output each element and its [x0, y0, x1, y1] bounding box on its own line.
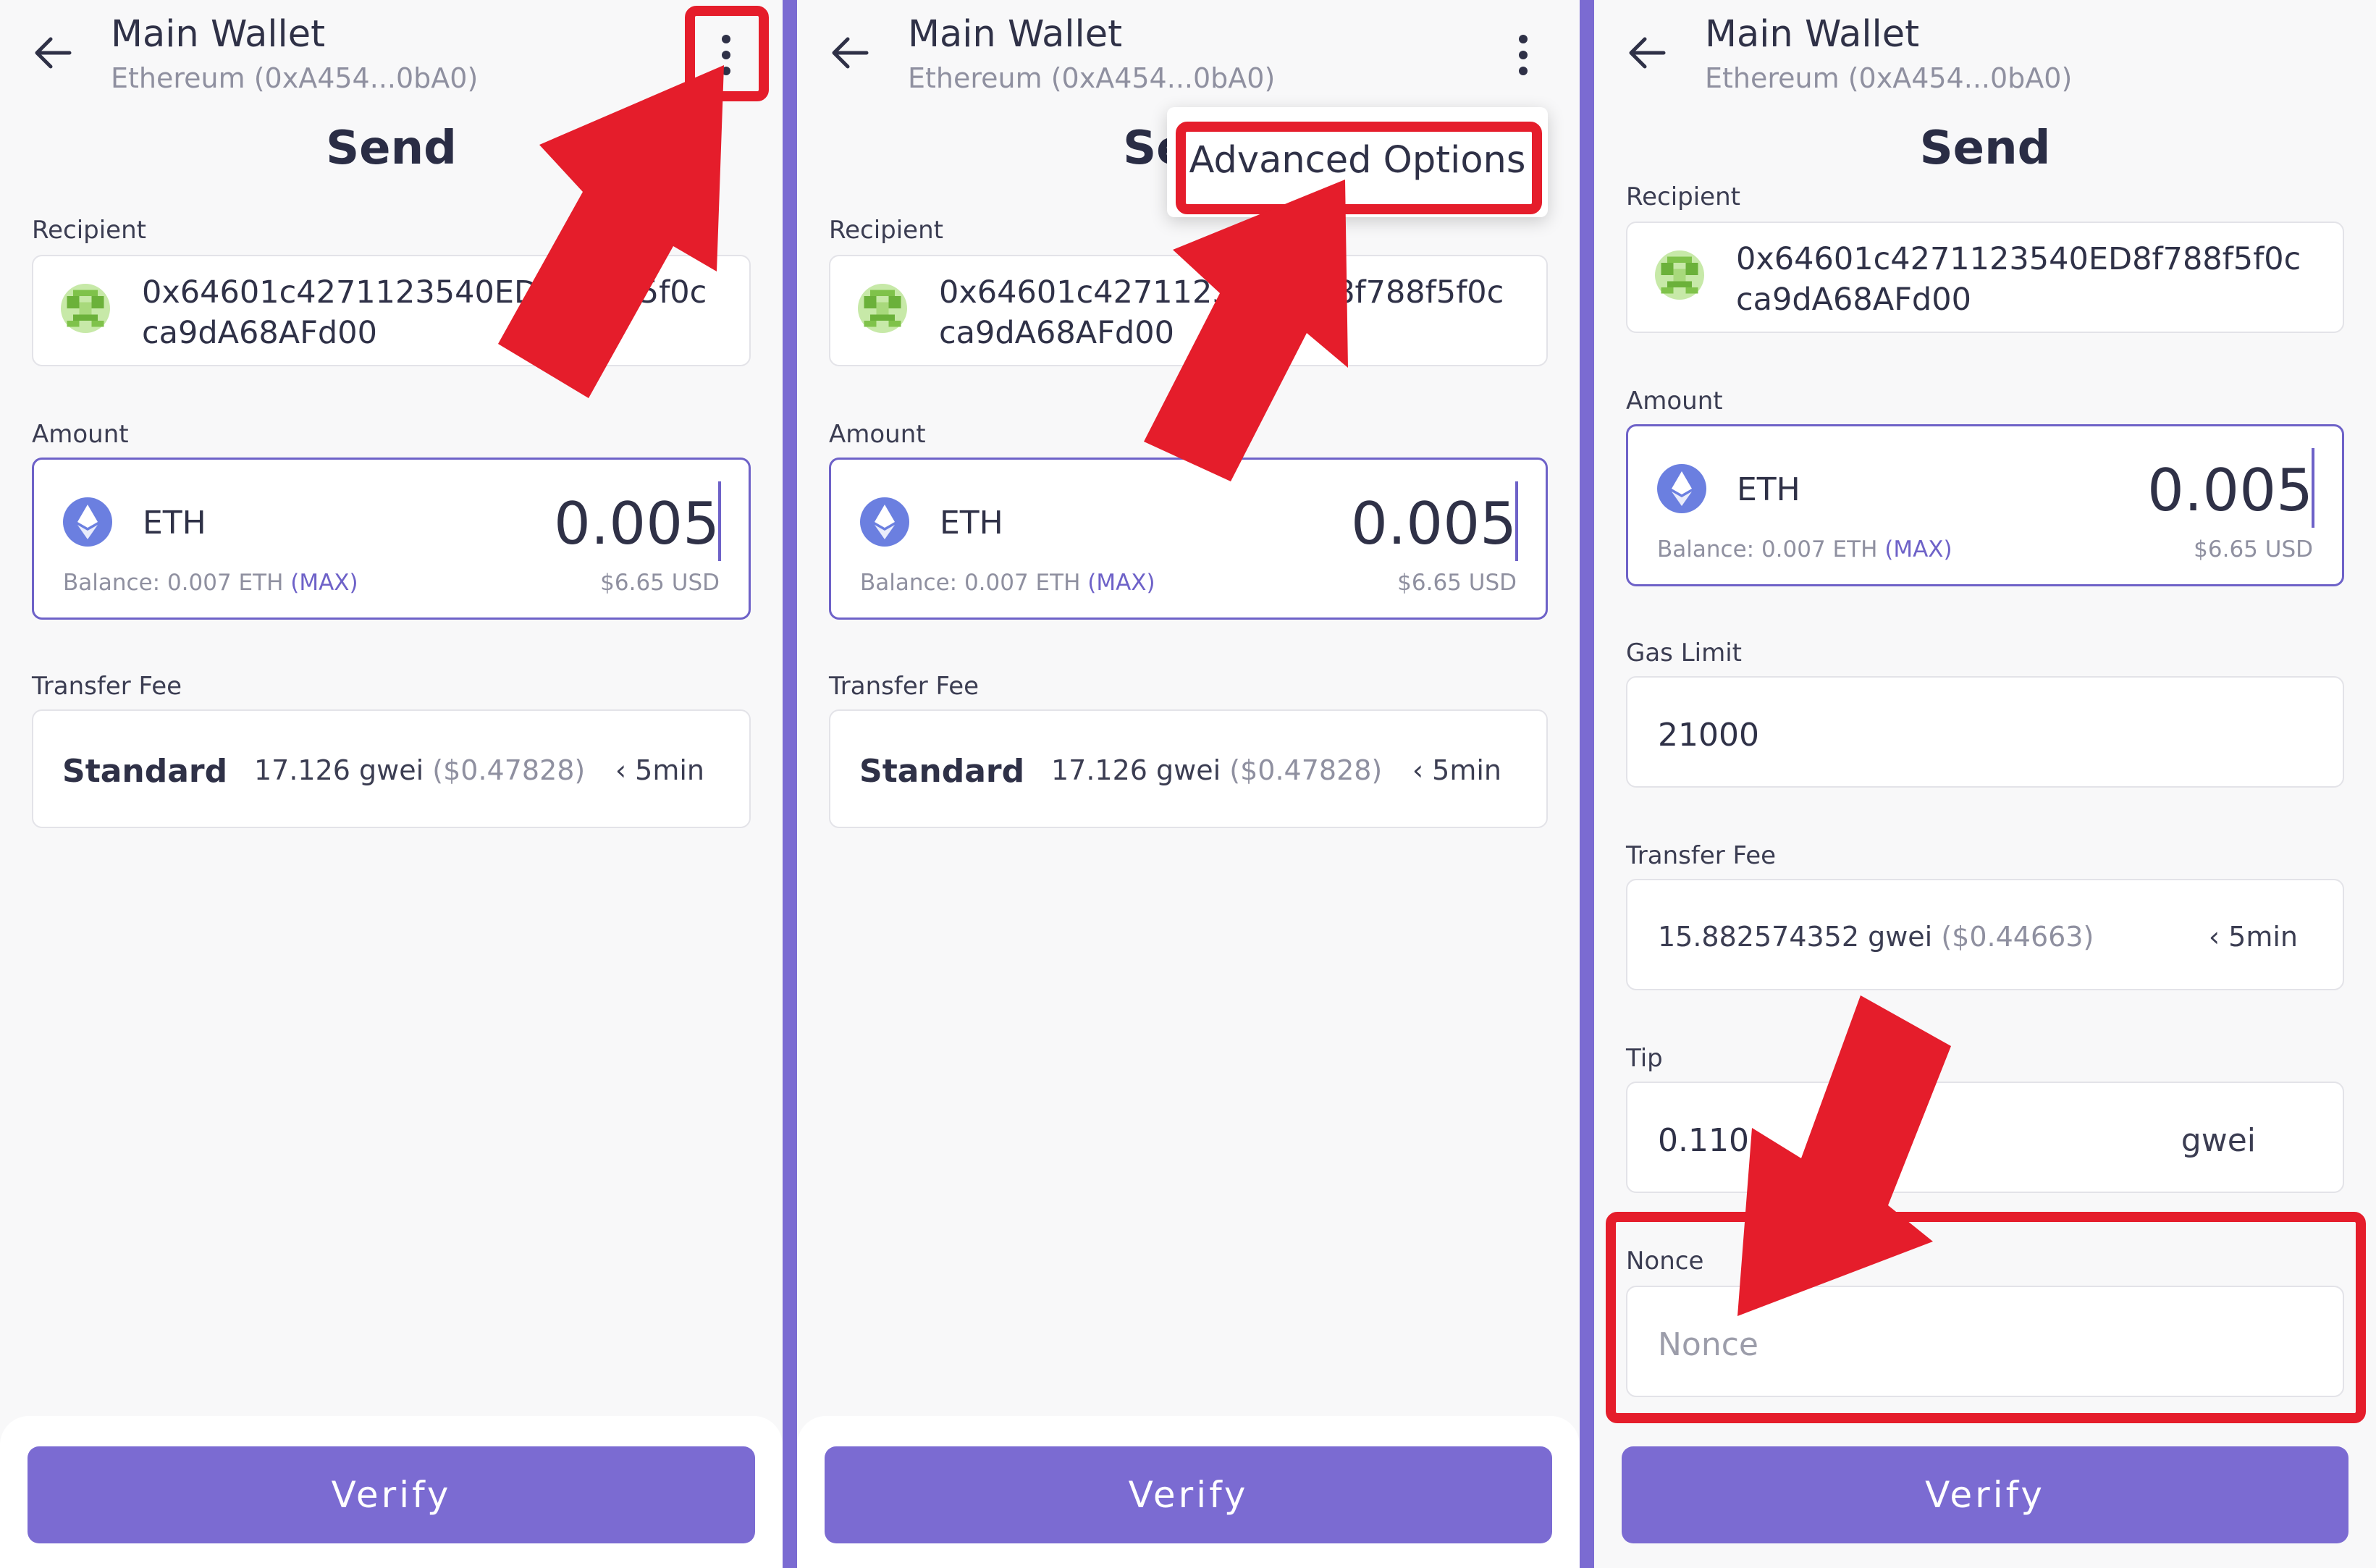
recipient-label: Recipient: [32, 216, 146, 245]
max-button[interactable]: (MAX): [290, 570, 358, 596]
amount-label: Amount: [32, 420, 129, 449]
fee-time: ‹ 5min: [2208, 921, 2298, 953]
recipient-address: 0x64601c4271123540ED8f788f5f0c ca9dA68AF…: [142, 274, 707, 351]
coin-symbol: ETH: [1737, 471, 1800, 508]
recipient-field[interactable]: 0x64601c4271123540ED8f788f5f0c ca9dA68AF…: [32, 255, 751, 366]
usd-value: $6.65 USD: [600, 570, 720, 596]
wallet-name: Main Wallet: [1705, 13, 1920, 56]
text-caret: [1515, 481, 1518, 561]
recipient-address: 0x64601c4271123540ED8f788f5f0c ca9dA68AF…: [1736, 241, 2301, 318]
text-caret: [718, 481, 721, 561]
transfer-fee-selector[interactable]: 15.882574352 gwei ($0.44663) ‹ 5min: [1626, 879, 2344, 990]
max-button[interactable]: (MAX): [1087, 570, 1155, 596]
verify-button[interactable]: Verify: [28, 1446, 755, 1543]
identicon-avatar: [1655, 250, 1704, 300]
text-caret: [2312, 448, 2314, 528]
coin-symbol: ETH: [143, 505, 206, 541]
amount-label: Amount: [1626, 387, 1723, 416]
footer: Verify: [0, 1416, 783, 1568]
ethereum-icon: [1657, 464, 1706, 513]
footer: Verify: [1594, 1416, 2376, 1568]
tip-unit: gwei: [2181, 1122, 2256, 1159]
recipient-address: 0x64601c4271123540ED8f788f5f0c ca9dA68AF…: [939, 274, 1504, 351]
highlight-box-advanced-options: [1176, 122, 1542, 214]
amount-value[interactable]: 0.005: [554, 490, 720, 557]
highlight-box-kebab: [685, 6, 769, 101]
amount-field[interactable]: ETH 0.005 Balance: 0.007 ETH (MAX) $6.65…: [1626, 424, 2344, 586]
ethereum-icon: [860, 497, 909, 547]
send-screen-default: Main Wallet Ethereum (0xA454...0bA0) Sen…: [0, 0, 783, 1568]
wallet-network: Ethereum (0xA454...0bA0): [111, 62, 479, 94]
back-arrow-icon[interactable]: [826, 29, 874, 77]
amount-field[interactable]: ETH 0.005 Balance: 0.007 ETH (MAX) $6.65…: [32, 458, 751, 620]
footer: Verify: [797, 1416, 1580, 1568]
highlight-box-nonce: [1606, 1212, 2366, 1423]
wallet-network: Ethereum (0xA454...0bA0): [1705, 62, 2073, 94]
page-title: Send: [326, 122, 457, 175]
verify-button[interactable]: Verify: [825, 1446, 1552, 1543]
fee-amount: 15.882574352 gwei ($0.44663): [1658, 921, 2094, 953]
amount-value[interactable]: 0.005: [2147, 457, 2313, 524]
amount-value[interactable]: 0.005: [1351, 490, 1517, 557]
recipient-label: Recipient: [1626, 182, 1740, 211]
balance-text: Balance: 0.007 ETH (MAX): [860, 570, 1155, 596]
kebab-menu-icon[interactable]: [1496, 28, 1551, 83]
coin-symbol: ETH: [940, 505, 1003, 541]
identicon-avatar: [61, 284, 110, 333]
fee-amount: 17.126 gwei ($0.47828): [254, 754, 586, 786]
balance-text: Balance: 0.007 ETH (MAX): [63, 570, 358, 596]
back-arrow-icon[interactable]: [29, 29, 77, 77]
fee-speed: Standard: [859, 753, 1025, 790]
amount-label: Amount: [829, 420, 926, 449]
identicon-avatar: [858, 284, 907, 333]
send-screen-menu-open: Main Wallet Ethereum (0xA454...0bA0) Sen…: [797, 0, 1580, 1568]
fee-speed: Standard: [62, 753, 228, 790]
verify-button[interactable]: Verify: [1622, 1446, 2348, 1543]
recipient-field[interactable]: 0x64601c4271123540ED8f788f5f0c ca9dA68AF…: [1626, 222, 2344, 333]
recipient-field[interactable]: 0x64601c4271123540ED8f788f5f0c ca9dA68AF…: [829, 255, 1548, 366]
wallet-network: Ethereum (0xA454...0bA0): [908, 62, 1276, 94]
tip-label: Tip: [1626, 1044, 1663, 1073]
transfer-fee-label: Transfer Fee: [32, 672, 182, 701]
tip-input[interactable]: 0.110 gwei: [1626, 1082, 2344, 1193]
transfer-fee-label: Transfer Fee: [1626, 841, 1777, 870]
wallet-name: Main Wallet: [111, 13, 326, 56]
page-title: Send: [1919, 122, 2051, 175]
transfer-fee-selector[interactable]: Standard 17.126 gwei ($0.47828) ‹ 5min: [32, 709, 751, 828]
fee-time: ‹ 5min: [1412, 754, 1501, 786]
usd-value: $6.65 USD: [2194, 536, 2313, 562]
fee-time: ‹ 5min: [615, 754, 704, 786]
wallet-name: Main Wallet: [908, 13, 1123, 56]
usd-value: $6.65 USD: [1397, 570, 1517, 596]
gas-limit-input[interactable]: 21000: [1626, 676, 2344, 788]
max-button[interactable]: (MAX): [1884, 536, 1952, 562]
back-arrow-icon[interactable]: [1623, 29, 1671, 77]
transfer-fee-label: Transfer Fee: [829, 672, 980, 701]
gas-limit-label: Gas Limit: [1626, 638, 1742, 667]
balance-text: Balance: 0.007 ETH (MAX): [1657, 536, 1952, 562]
transfer-fee-selector[interactable]: Standard 17.126 gwei ($0.47828) ‹ 5min: [829, 709, 1548, 828]
fee-amount: 17.126 gwei ($0.47828): [1051, 754, 1383, 786]
amount-field[interactable]: ETH 0.005 Balance: 0.007 ETH (MAX) $6.65…: [829, 458, 1548, 620]
recipient-label: Recipient: [829, 216, 943, 245]
tip-value: 0.110: [1658, 1122, 1749, 1159]
ethereum-icon: [63, 497, 112, 547]
gas-limit-value: 21000: [1658, 717, 1759, 754]
